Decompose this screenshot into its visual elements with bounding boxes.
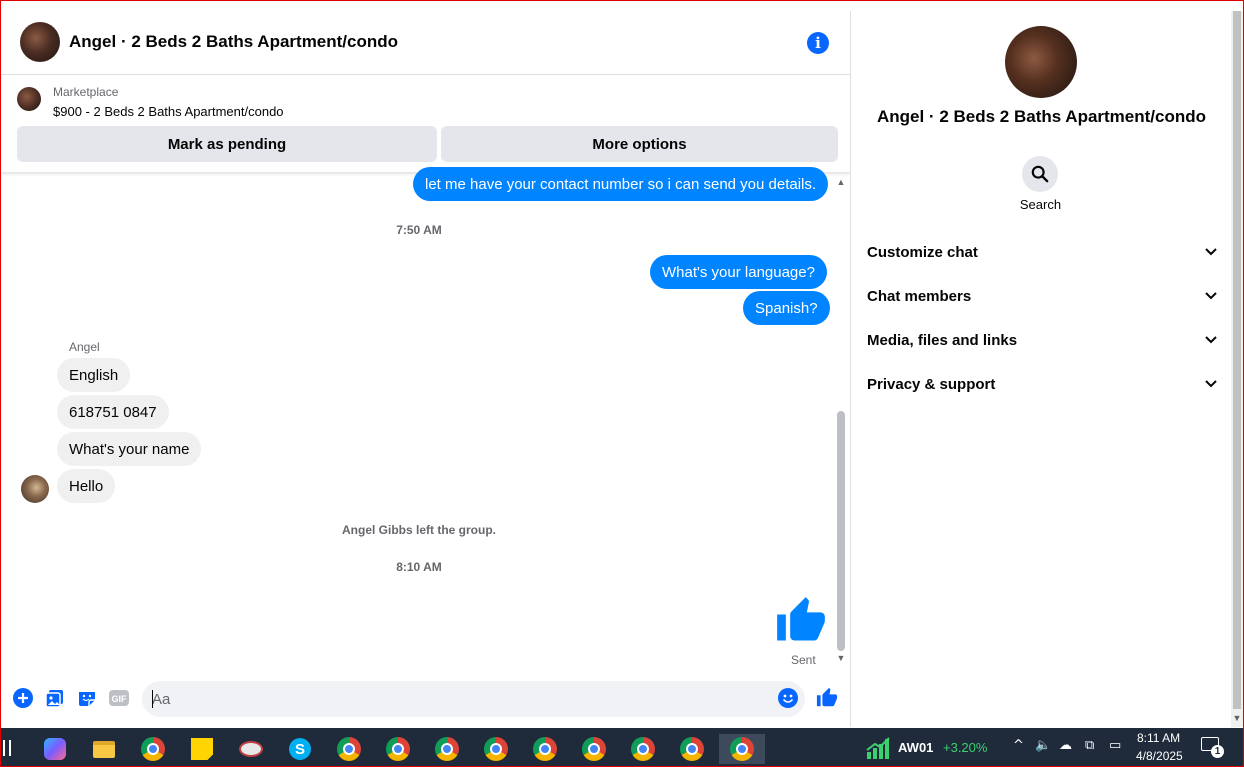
sticker-icon[interactable] bbox=[76, 687, 98, 709]
chrome-profile-icon-active[interactable] bbox=[719, 734, 765, 764]
clock-date[interactable]: 4/8/2025 bbox=[1136, 749, 1183, 763]
task-view-icon[interactable] bbox=[3, 740, 11, 756]
marketplace-banner: Marketplace $900 - 2 Beds 2 Baths Apartm… bbox=[1, 76, 850, 172]
composer: GIF bbox=[1, 673, 850, 727]
message-incoming[interactable]: English bbox=[57, 358, 131, 392]
chrome-profile-icon[interactable] bbox=[476, 734, 516, 764]
conversation-avatar-large[interactable] bbox=[1005, 26, 1077, 98]
message-incoming[interactable]: 618751 0847 bbox=[57, 395, 169, 429]
thumbs-up-icon[interactable] bbox=[775, 595, 827, 647]
chat-scrollbar-thumb[interactable] bbox=[837, 411, 845, 651]
window-scrollbar[interactable]: ▼ bbox=[1231, 11, 1243, 727]
message-outgoing[interactable]: What's your language? bbox=[650, 255, 827, 289]
chrome-icon[interactable] bbox=[133, 734, 173, 764]
message-outgoing[interactable]: let me have your contact number so i can… bbox=[413, 167, 829, 201]
speaker-icon[interactable]: 🔈 bbox=[1035, 738, 1051, 753]
section-media-files-links[interactable]: Media, files and links bbox=[867, 322, 1217, 358]
photo-icon[interactable] bbox=[44, 687, 66, 709]
mark-as-pending-button[interactable]: Mark as pending bbox=[17, 126, 437, 162]
section-label: Chat members bbox=[867, 287, 972, 305]
conversation-title[interactable]: Angel · 2 Beds 2 Baths Apartment/condo bbox=[69, 32, 398, 52]
message-input[interactable] bbox=[142, 681, 805, 717]
meet-now-icon[interactable]: ⧉ bbox=[1085, 738, 1094, 753]
chevron-down-icon bbox=[1205, 380, 1217, 388]
message-incoming[interactable]: Hello bbox=[57, 469, 116, 503]
info-title: Angel · 2 Beds 2 Baths Apartment/condo bbox=[876, 107, 1207, 126]
section-privacy-support[interactable]: Privacy & support bbox=[867, 366, 1217, 402]
chat-pane: Angel · 2 Beds 2 Baths Apartment/condo i… bbox=[1, 1, 850, 727]
plus-icon[interactable] bbox=[12, 687, 34, 709]
text-caret bbox=[152, 690, 153, 708]
info-icon[interactable]: i bbox=[807, 32, 829, 54]
network-icon[interactable]: ▭ bbox=[1109, 738, 1121, 753]
notification-center-icon[interactable]: 1 bbox=[1201, 737, 1224, 758]
chrome-profile-icon[interactable] bbox=[574, 734, 614, 764]
section-label: Media, files and links bbox=[867, 331, 1018, 349]
listing-title[interactable]: $900 - 2 Beds 2 Baths Apartment/condo bbox=[53, 104, 284, 119]
chevron-down-icon bbox=[1205, 292, 1217, 300]
section-label: Privacy & support bbox=[867, 375, 996, 393]
timestamp: 8:10 AM bbox=[396, 560, 442, 574]
sticky-notes-icon[interactable] bbox=[182, 734, 222, 764]
section-chat-members[interactable]: Chat members bbox=[867, 278, 1217, 314]
chevron-up-icon[interactable]: ^ bbox=[1013, 738, 1024, 753]
notification-count: 1 bbox=[1211, 745, 1224, 758]
clock-time[interactable]: 8:11 AM bbox=[1137, 731, 1180, 745]
copilot-icon[interactable] bbox=[35, 734, 75, 764]
chrome-profile-icon[interactable] bbox=[427, 734, 467, 764]
chrome-profile-icon[interactable] bbox=[329, 734, 369, 764]
scroll-down-arrow-icon[interactable]: ▼ bbox=[835, 653, 847, 663]
message-outgoing[interactable]: Spanish? bbox=[743, 291, 830, 325]
system-message: Angel Gibbs left the group. bbox=[342, 523, 496, 537]
conversation-info-panel: Angel · 2 Beds 2 Baths Apartment/condo S… bbox=[850, 11, 1231, 727]
conversation-avatar[interactable] bbox=[20, 21, 60, 62]
section-label: Customize chat bbox=[867, 243, 978, 261]
svg-text:GIF: GIF bbox=[112, 694, 128, 704]
chevron-down-icon bbox=[1205, 336, 1217, 344]
sender-avatar[interactable] bbox=[21, 475, 49, 503]
stock-symbol[interactable]: AW01 bbox=[898, 740, 933, 755]
screen: Angel · 2 Beds 2 Baths Apartment/condo i… bbox=[0, 0, 1244, 767]
skype-icon[interactable]: S bbox=[280, 734, 320, 764]
window-scrollbar-thumb[interactable] bbox=[1233, 11, 1241, 709]
timestamp: 7:50 AM bbox=[396, 223, 442, 237]
message-incoming[interactable]: What's your name bbox=[57, 432, 202, 466]
sender-name: Angel bbox=[69, 340, 100, 354]
more-options-button[interactable]: More options bbox=[441, 126, 838, 162]
search-icon[interactable] bbox=[1022, 156, 1058, 192]
like-button-icon[interactable] bbox=[816, 687, 838, 709]
chrome-profile-icon[interactable] bbox=[623, 734, 663, 764]
taskbar: S AW01 +3.20% ^ 🔈 ☁ ⧉ ▭ 8:11 AM 4/8/2025… bbox=[1, 728, 1243, 766]
chevron-down-icon bbox=[1205, 248, 1217, 256]
scroll-down-arrow-icon[interactable]: ▼ bbox=[1231, 713, 1243, 723]
sent-status: Sent bbox=[791, 653, 816, 667]
chat-header: Angel · 2 Beds 2 Baths Apartment/condo i bbox=[1, 9, 850, 75]
file-explorer-icon[interactable] bbox=[84, 734, 124, 764]
marketplace-label: Marketplace bbox=[53, 85, 119, 99]
emoji-icon[interactable] bbox=[777, 687, 799, 709]
chrome-profile-icon[interactable] bbox=[672, 734, 712, 764]
cloud-icon[interactable]: ☁ bbox=[1059, 738, 1072, 753]
stock-chart-icon[interactable] bbox=[865, 736, 891, 760]
paint-icon[interactable] bbox=[231, 734, 271, 764]
chrome-profile-icon[interactable] bbox=[378, 734, 418, 764]
search-label[interactable]: Search bbox=[851, 197, 1230, 212]
gif-icon[interactable]: GIF bbox=[108, 687, 130, 709]
section-customize-chat[interactable]: Customize chat bbox=[867, 234, 1217, 270]
stock-change[interactable]: +3.20% bbox=[943, 740, 987, 755]
scroll-up-arrow-icon[interactable]: ▲ bbox=[835, 177, 847, 187]
listing-thumbnail[interactable] bbox=[17, 87, 41, 111]
chrome-profile-icon[interactable] bbox=[525, 734, 565, 764]
